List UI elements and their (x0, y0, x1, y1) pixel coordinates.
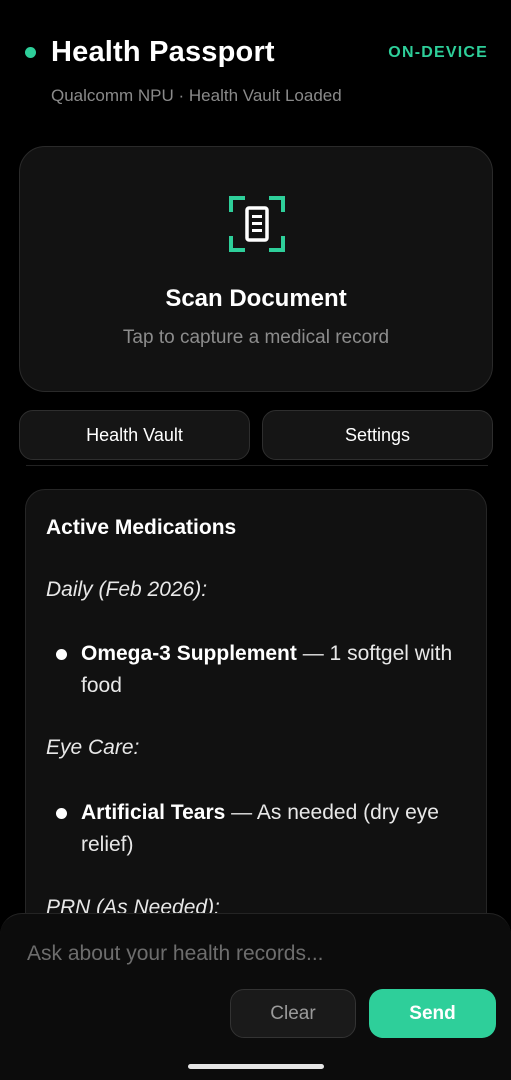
settings-button[interactable]: Settings (262, 410, 493, 460)
scan-document-card[interactable]: Scan Document Tap to capture a medical r… (19, 146, 493, 392)
header-subtitle: Qualcomm NPU · Health Vault Loaded (51, 86, 342, 105)
composer-panel: Clear Send (0, 913, 511, 1080)
medication-name: Omega-3 Supplement (81, 642, 297, 665)
header: Health Passport ON-DEVICE Qualcomm NPU ·… (0, 0, 511, 120)
medication-name: Artificial Tears (81, 801, 226, 824)
section-label-eye-care: Eye Care: (46, 736, 140, 759)
document-scan-icon (229, 196, 285, 252)
medication-item: Artificial Tears — As needed (dry eye re… (56, 797, 466, 861)
status-indicator (25, 47, 36, 58)
health-vault-button[interactable]: Health Vault (19, 410, 250, 460)
section-label-daily: Daily (Feb 2026): (46, 578, 208, 601)
app-screen: Health Passport ON-DEVICE Qualcomm NPU ·… (0, 0, 511, 1080)
home-indicator[interactable] (188, 1064, 324, 1069)
app-title: Health Passport (51, 36, 275, 68)
ask-input[interactable] (27, 934, 487, 974)
clear-button[interactable]: Clear (230, 989, 356, 1038)
send-button[interactable]: Send (369, 989, 496, 1038)
bullet-icon (56, 808, 67, 819)
divider (26, 465, 488, 466)
scan-card-title: Scan Document (165, 285, 347, 312)
scan-card-subtitle: Tap to capture a medical record (122, 327, 390, 348)
medications-title: Active Medications (46, 516, 237, 539)
bullet-icon (56, 649, 67, 660)
on-device-badge: ON-DEVICE (388, 44, 488, 61)
medication-item: Omega-3 Supplement — 1 softgel with food (56, 638, 466, 702)
